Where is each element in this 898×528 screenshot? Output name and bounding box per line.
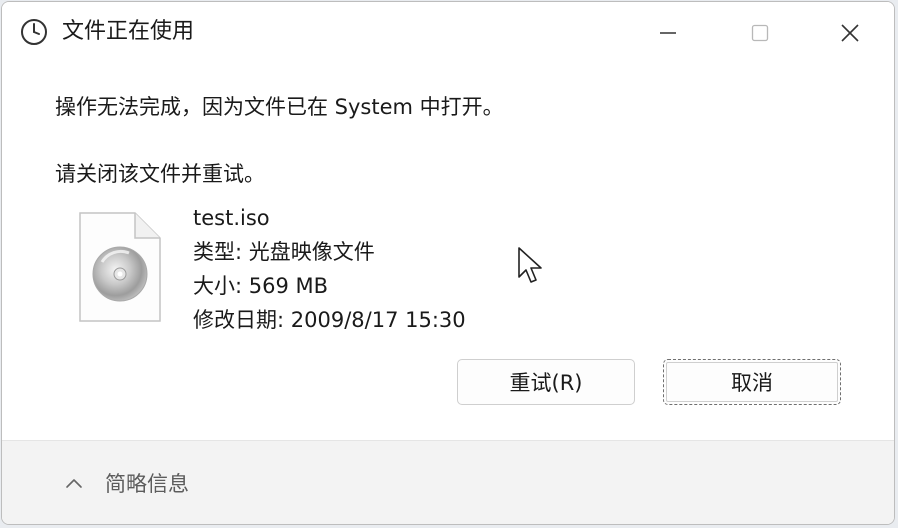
dialog-content: 操作无法完成，因为文件已在 System 中打开。 请关闭该文件并重试。 tes… bbox=[2, 64, 894, 440]
file-name: test.iso bbox=[193, 206, 270, 230]
file-type: 类型: 光盘映像文件 bbox=[193, 240, 375, 264]
retry-button[interactable]: 重试(R) bbox=[457, 359, 635, 405]
maximize-icon bbox=[750, 23, 770, 43]
file-in-use-dialog: 文件正在使用 操作无法完成，因为文件已在 System 中打开。 请关闭该文件并… bbox=[1, 1, 895, 525]
maximize-button[interactable] bbox=[714, 2, 806, 64]
file-details: test.iso 类型: 光盘映像文件 大小: 569 MB 修改日期: 200… bbox=[193, 201, 466, 337]
file-modified-date: 修改日期: 2009/8/17 15:30 bbox=[193, 308, 466, 332]
minimize-button[interactable] bbox=[622, 2, 714, 64]
disc-image-file-icon bbox=[77, 210, 163, 324]
close-button[interactable] bbox=[804, 2, 894, 64]
chevron-up-icon[interactable] bbox=[64, 475, 84, 491]
error-message: 操作无法完成，因为文件已在 System 中打开。 bbox=[55, 95, 504, 119]
minimize-icon bbox=[658, 23, 678, 43]
clock-icon bbox=[18, 16, 50, 48]
details-footer: 简略信息 bbox=[2, 440, 894, 524]
file-size: 大小: 569 MB bbox=[193, 274, 329, 298]
cancel-button[interactable]: 取消 bbox=[663, 359, 841, 405]
close-icon bbox=[839, 22, 861, 44]
mouse-pointer-icon bbox=[516, 246, 544, 286]
brief-details-toggle[interactable]: 简略信息 bbox=[105, 469, 189, 499]
instruction-message: 请关闭该文件并重试。 bbox=[55, 162, 265, 186]
window-title: 文件正在使用 bbox=[62, 19, 195, 44]
title-bar[interactable]: 文件正在使用 bbox=[2, 2, 894, 64]
